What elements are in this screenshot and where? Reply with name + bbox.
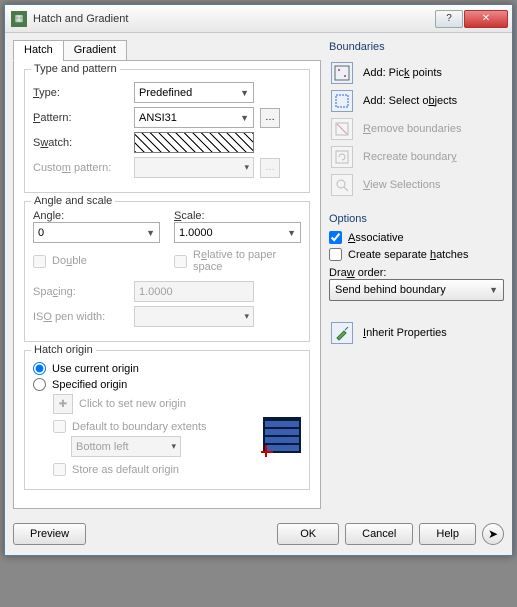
chevron-down-icon: ▾ [171,441,176,452]
section-options-title: Options [329,213,504,225]
label-spacing: Spacing: [33,286,128,298]
pattern-select[interactable]: ANSI31▼ [134,107,254,128]
tab-hatch[interactable]: Hatch [13,40,64,61]
remove-boundaries-button: Remove boundaries [329,115,504,143]
chevron-down-icon: ▼ [146,228,155,238]
label-angle: Angle: [33,210,160,222]
section-boundaries-title: Boundaries [329,41,504,53]
select-objects-icon [331,90,353,112]
swatch-preview[interactable] [134,132,254,153]
pattern-browse-button[interactable]: … [260,108,280,128]
custom-pattern-browse-button: … [260,158,280,178]
separate-hatches-checkbox [329,248,342,261]
add-pick-points-button[interactable]: Add: Pick points [329,59,504,87]
chevron-down-icon: ▾ [244,311,249,322]
help-button[interactable]: Help [419,523,476,545]
angle-select[interactable]: 0▼ [33,222,160,243]
default-extents-checkbox [53,420,66,433]
group-title-hatch-origin: Hatch origin [31,344,96,356]
associative-checkbox-row[interactable]: Associative [329,231,504,244]
associative-checkbox [329,231,342,244]
tab-gradient[interactable]: Gradient [63,40,127,61]
dialog-window: ▦ Hatch and Gradient ? ✕ Hatch Gradient … [4,4,513,556]
chevron-down-icon: ▼ [287,228,296,238]
origin-preview-icon [263,417,301,453]
group-hatch-origin: Hatch origin Use current origin Specifie… [24,350,310,490]
double-checkbox [33,255,46,268]
ok-button[interactable]: OK [277,523,339,545]
recreate-boundary-icon [331,146,353,168]
type-select[interactable]: Predefined▼ [134,82,254,103]
relative-checkbox [174,255,187,268]
origin-corner-select: Bottom left▾ [71,436,181,457]
inherit-properties-button[interactable]: Inherit Properties [329,319,504,347]
chevron-down-icon: ▼ [240,88,249,98]
label-draw-order: Draw order: [329,267,504,279]
recreate-boundary-button: Recreate boundary [329,143,504,171]
label-type: Type: [33,87,128,99]
iso-pen-select: ▾ [134,306,254,327]
custom-pattern-select: ▾ [134,157,254,178]
remove-boundaries-icon [331,118,353,140]
group-title-type-pattern: Type and pattern [31,63,120,75]
separate-hatches-checkbox-row[interactable]: Create separate hatches [329,248,504,261]
chevron-down-icon: ▼ [240,113,249,123]
label-custom-pattern: Custom pattern: [33,162,128,174]
tab-pane-hatch: Type and pattern Type: Predefined▼ Patte… [13,60,321,509]
label-default-extents: Default to boundary extents [72,421,207,433]
close-button[interactable]: ✕ [464,10,508,28]
pick-points-icon [331,62,353,84]
preview-button[interactable]: Preview [13,523,86,545]
group-angle-scale: Angle and scale Angle: 0▼ Scale: 1.0000▼… [24,201,310,342]
titlebar[interactable]: ▦ Hatch and Gradient ? ✕ [5,5,512,33]
dialog-button-row: Preview OK Cancel Help ➤ [5,517,512,555]
chevron-down-icon: ▾ [244,162,249,173]
group-type-pattern: Type and pattern Type: Predefined▼ Patte… [24,69,310,193]
label-double: Double [52,255,87,267]
inherit-properties-icon [331,322,353,344]
label-store-default: Store as default origin [72,464,179,476]
radio-use-current-origin[interactable]: Use current origin [33,362,301,375]
radio-specified-origin[interactable]: Specified origin [33,378,301,391]
chevron-down-icon: ▼ [489,285,498,295]
app-icon: ▦ [11,11,27,27]
label-swatch: Swatch: [33,137,128,149]
expand-dialog-button[interactable]: ➤ [482,523,504,545]
view-selections-icon [331,174,353,196]
spacing-field [134,281,254,302]
label-iso-pen-width: ISO pen width: [33,311,128,323]
store-default-origin-checkbox [53,463,66,476]
view-selections-button: View Selections [329,171,504,199]
group-title-angle-scale: Angle and scale [31,195,115,207]
scale-select[interactable]: 1.0000▼ [174,222,301,243]
label-click-new-origin: Click to set new origin [79,398,186,410]
set-new-origin-button: ✚ [53,394,73,414]
tab-strip: Hatch Gradient [13,40,321,61]
label-scale: Scale: [174,210,301,222]
draw-order-select[interactable]: Send behind boundary▼ [329,279,504,301]
cancel-button[interactable]: Cancel [345,523,413,545]
add-select-objects-button[interactable]: Add: Select objects [329,87,504,115]
label-relative: Relative to paper space [193,249,301,273]
help-button-titlebar[interactable]: ? [435,10,463,28]
window-title: Hatch and Gradient [33,13,435,25]
label-pattern: Pattern: [33,112,128,124]
